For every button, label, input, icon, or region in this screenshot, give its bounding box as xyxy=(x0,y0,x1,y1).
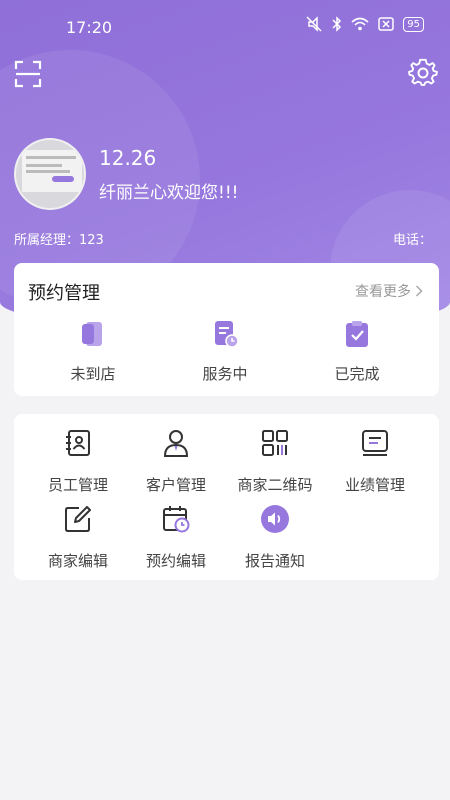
welcome-text: 纤丽兰心欢迎您!!! xyxy=(99,183,239,203)
card-icon xyxy=(82,322,102,346)
menu-label: 员工管理 xyxy=(47,476,108,494)
phone-label[interactable]: 电话： xyxy=(393,229,432,248)
appt-label: 服务中 xyxy=(202,365,248,383)
appt-label: 已完成 xyxy=(334,365,380,383)
performance-icon xyxy=(362,430,388,456)
menu-appointment-edit[interactable]: 预约编辑 xyxy=(126,504,226,571)
gear-icon[interactable] xyxy=(408,58,438,88)
user-name: 12.26 xyxy=(99,146,157,170)
service-doc-icon xyxy=(215,321,239,348)
menu-label: 业绩管理 xyxy=(344,476,405,494)
status-icons: 95 xyxy=(305,16,424,32)
battery-icon: 95 xyxy=(403,16,424,32)
menu-label: 预约编辑 xyxy=(145,552,206,570)
appt-not-arrived[interactable]: 未到店 xyxy=(43,319,143,384)
appt-completed[interactable]: 已完成 xyxy=(307,319,407,384)
status-bar: 17:20 95 xyxy=(0,0,450,56)
appt-label: 未到店 xyxy=(70,365,116,383)
menu-label: 报告通知 xyxy=(244,552,305,570)
menu-label: 商家二维码 xyxy=(237,476,313,494)
avatar-image xyxy=(22,150,82,192)
sim-off-icon xyxy=(378,17,395,31)
appt-in-service[interactable]: 服务中 xyxy=(175,319,275,384)
staff-book-icon xyxy=(66,430,90,456)
edit-icon xyxy=(65,506,91,532)
menu-merchant-qrcode[interactable]: 商家二维码 xyxy=(225,428,325,495)
appointment-card: 预约管理 查看更多 未到店 服务中 已完成 xyxy=(14,263,439,396)
speaker-icon xyxy=(261,505,289,533)
menu-performance-management[interactable]: 业绩管理 xyxy=(325,428,425,495)
chevron-right-icon xyxy=(415,285,423,297)
menu-label: 商家编辑 xyxy=(47,552,108,570)
customer-icon xyxy=(163,430,189,457)
manager-label: 所属经理：123 xyxy=(14,233,104,248)
view-more-link[interactable]: 查看更多 xyxy=(355,281,423,301)
qrcode-icon xyxy=(262,430,288,456)
bluetooth-icon xyxy=(332,16,342,32)
scan-icon[interactable] xyxy=(14,60,42,88)
function-menu-card: 员工管理 客户管理 商家二维码 业绩管理 商家编辑 预约编辑 报告通知 xyxy=(14,414,439,580)
view-more-label: 查看更多 xyxy=(355,284,411,300)
menu-report-notice[interactable]: 报告通知 xyxy=(225,504,325,571)
appointment-title: 预约管理 xyxy=(28,283,100,304)
clipboard-check-icon xyxy=(346,321,368,347)
calendar-clock-icon xyxy=(163,506,190,533)
avatar[interactable] xyxy=(14,138,86,210)
menu-staff-management[interactable]: 员工管理 xyxy=(28,428,128,495)
status-time: 17:20 xyxy=(66,18,113,37)
menu-label: 客户管理 xyxy=(145,476,206,494)
menu-customer-management[interactable]: 客户管理 xyxy=(126,428,226,495)
mute-icon xyxy=(306,16,322,32)
wifi-icon xyxy=(351,17,369,31)
menu-merchant-edit[interactable]: 商家编辑 xyxy=(28,504,128,571)
